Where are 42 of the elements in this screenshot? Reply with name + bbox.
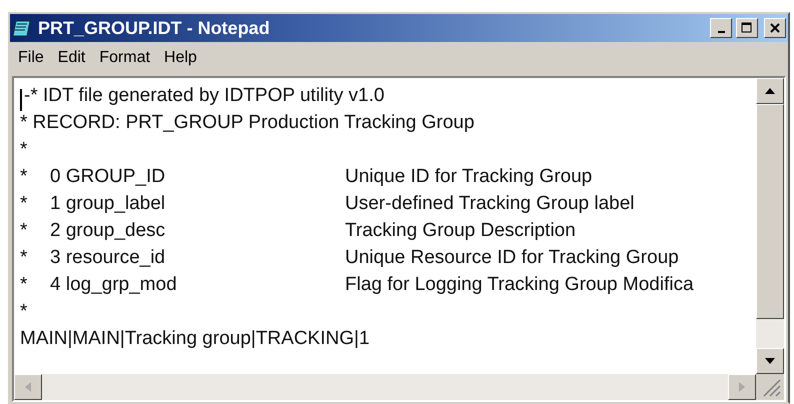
text-line: -* IDT file generated by IDTPOP utility v1.0 bbox=[24, 84, 386, 106]
horizontal-scrollbar[interactable] bbox=[14, 374, 756, 400]
field-name: 3 resource_id bbox=[50, 246, 166, 268]
field-description: Unique Resource ID for Tracking Group bbox=[344, 246, 680, 268]
line-marker: * bbox=[20, 274, 28, 296]
up-arrow-icon bbox=[765, 88, 775, 94]
text-line: * RECORD: PRT_GROUP Production Tracking Group bbox=[20, 112, 476, 134]
minimize-button[interactable] bbox=[710, 18, 732, 38]
scroll-right-button[interactable] bbox=[728, 374, 756, 400]
text-line: * bbox=[20, 300, 28, 322]
line-marker: * bbox=[20, 192, 28, 214]
field-description: Unique ID for Tracking Group bbox=[344, 166, 594, 188]
field-name: 0 GROUP_ID bbox=[50, 166, 166, 188]
text-line: MAIN|MAIN|Tracking group|TRACKING|1 bbox=[20, 328, 371, 350]
menu-item[interactable]: Help bbox=[158, 47, 203, 69]
menu-item[interactable]: Edit bbox=[52, 47, 92, 69]
down-arrow-icon bbox=[765, 358, 775, 364]
field-description: Tracking Group Description bbox=[344, 220, 577, 242]
line-marker: * bbox=[20, 220, 28, 242]
field-name: 2 group_desc bbox=[50, 220, 166, 242]
text-line: * bbox=[20, 138, 28, 160]
left-arrow-icon bbox=[25, 382, 31, 392]
field-description: User-defined Tracking Group label bbox=[344, 192, 636, 214]
scroll-down-button[interactable] bbox=[756, 348, 784, 374]
close-icon bbox=[770, 23, 780, 33]
line-marker: * bbox=[20, 166, 28, 188]
right-arrow-icon bbox=[739, 382, 745, 392]
minimize-icon bbox=[718, 31, 724, 33]
menu-item[interactable]: Format bbox=[93, 47, 156, 69]
window-title: PRT_GROUP.IDT - Notepad bbox=[38, 18, 271, 38]
scroll-up-button[interactable] bbox=[756, 78, 784, 104]
field-name: 4 log_grp_mod bbox=[50, 274, 178, 296]
scroll-left-button[interactable] bbox=[14, 374, 42, 400]
field-name: 1 group_label bbox=[50, 192, 166, 214]
vertical-scrollbar[interactable] bbox=[756, 78, 784, 374]
field-description: Flag for Logging Tracking Group Modifica bbox=[344, 274, 695, 296]
maximize-icon bbox=[741, 22, 753, 34]
menu-item[interactable]: File bbox=[12, 47, 50, 69]
scrollbar-thumb[interactable] bbox=[756, 104, 784, 319]
maximize-button[interactable] bbox=[736, 18, 758, 38]
close-button[interactable] bbox=[764, 18, 786, 38]
line-marker: * bbox=[20, 246, 28, 268]
